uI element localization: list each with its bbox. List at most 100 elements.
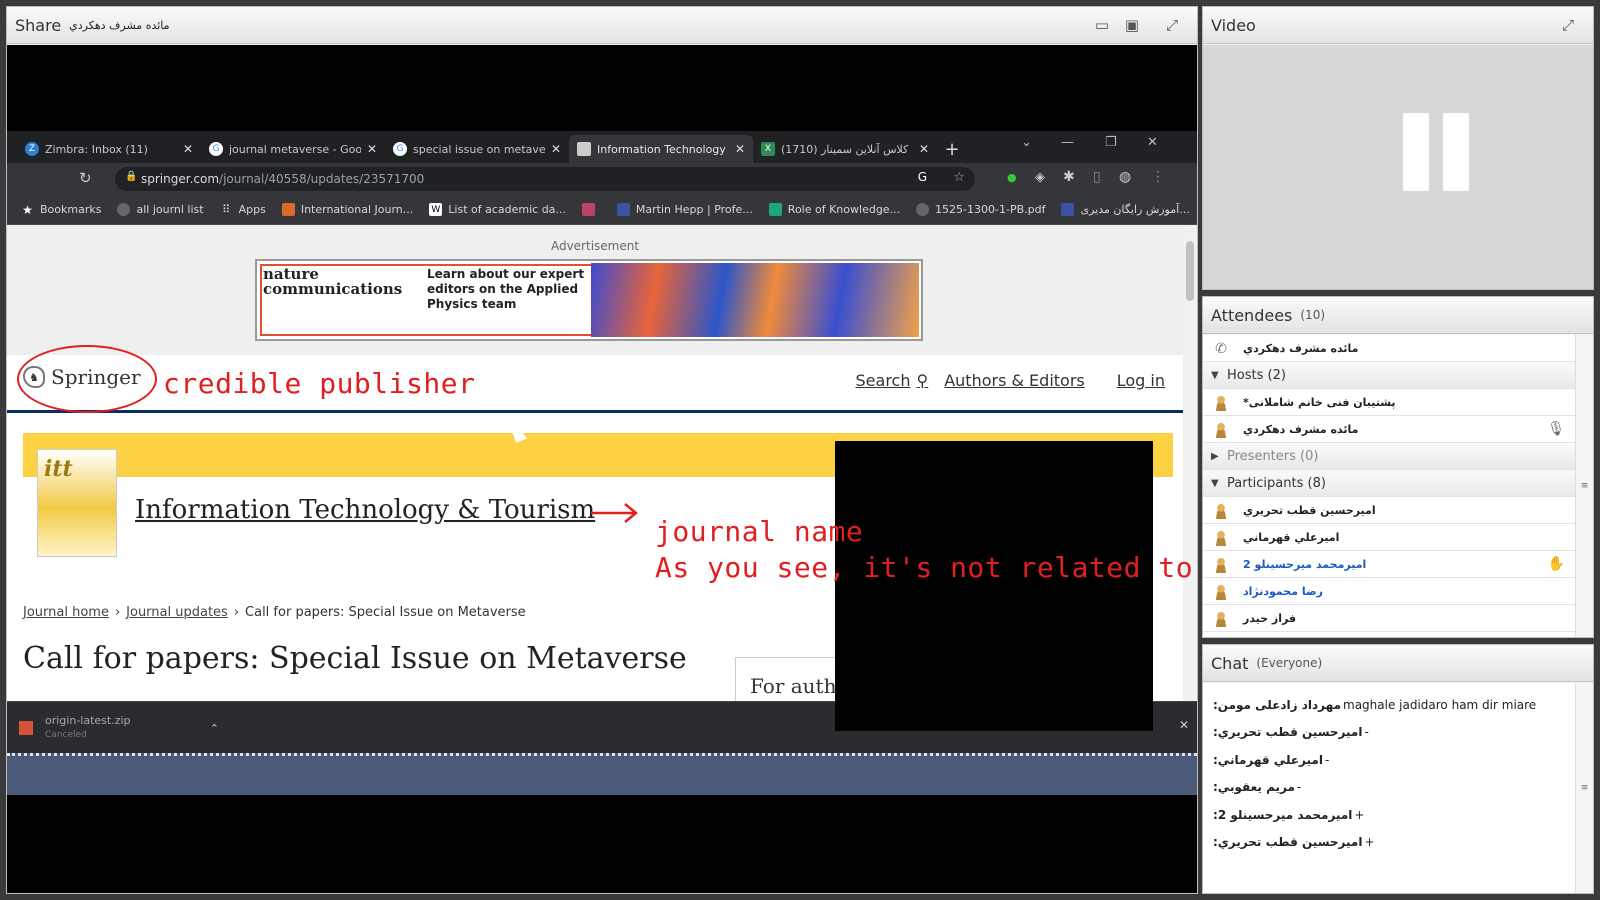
chevron-up-icon[interactable]: ⌃ (210, 722, 219, 735)
sidebar-icon[interactable]: ▯ (1093, 169, 1101, 185)
page-icon (577, 142, 591, 156)
browser-tab[interactable]: X (1710) کلاس آنلاین سمینار ✕ (753, 135, 937, 163)
chat-text: - (1364, 725, 1369, 740)
menu-icon[interactable]: ⋮ (1151, 169, 1165, 185)
restore-icon[interactable]: ❐ (1105, 135, 1117, 150)
bookmark-label: all journl list (136, 203, 204, 216)
chat-text: + (1364, 835, 1375, 850)
journal-cover: itt (37, 449, 117, 557)
bookmark-item[interactable]: Martin Hepp | Profe... (616, 203, 753, 216)
browser-tab[interactable]: Z Zimbra: Inbox (11) ✕ (17, 135, 201, 163)
bookmark-item[interactable]: ⠿ Apps (220, 203, 266, 216)
bookmark-item[interactable]: Role of Knowledge... (768, 203, 901, 216)
advertisement-banner[interactable]: nature communications Learn about our exp… (255, 259, 923, 341)
ad-brand: nature communications (263, 267, 402, 297)
bookmark-item[interactable]: 1525-1300-1-PB.pdf (916, 203, 1045, 216)
host-user-icon (1213, 420, 1229, 438)
attendee-row[interactable]: پشتیبان فنی خانم شاملانی* (1203, 389, 1575, 416)
attendees-title: Attendees (1211, 305, 1293, 325)
attendee-row[interactable]: رضا محمودنژاد (1203, 578, 1575, 605)
breadcrumb-journal-updates[interactable]: Journal updates (126, 605, 228, 620)
bookmark-item[interactable]: International Journ... (281, 203, 413, 216)
attendee-name: فراز حيدر (1243, 611, 1297, 625)
bookmark-item[interactable]: W List of academic da... (429, 203, 566, 216)
pause-icon[interactable] (1403, 113, 1429, 191)
search-link-label: Search (855, 371, 911, 390)
video-pod-title: Video (1211, 15, 1256, 35)
attendee-name: اميرعلي قهرماني (1243, 530, 1340, 544)
scroll-thumb[interactable] (1186, 241, 1194, 301)
share-pod-title: Share (15, 15, 62, 35)
google-icon: G (393, 142, 407, 156)
attendees-count: (10) (1300, 308, 1326, 322)
close-window-icon[interactable]: ✕ (1147, 135, 1158, 150)
browser-tab-active[interactable]: Information Technology ✕ (569, 135, 753, 163)
user-icon (1213, 609, 1229, 627)
url-input[interactable]: 🔒 springer.com/journal/40558/updates/235… (115, 167, 975, 191)
close-tab-icon[interactable]: ✕ (735, 142, 745, 156)
bookmark-label: Martin Hepp | Profe... (635, 203, 753, 216)
close-tab-icon[interactable]: ✕ (367, 142, 377, 156)
bookmark-item[interactable]: آموزش رایگان مدیری... (1061, 203, 1190, 216)
browser-tab[interactable]: G journal metaverse - Goo ✕ (201, 135, 385, 163)
profile-icon[interactable]: ◍ (1119, 169, 1131, 185)
tab-search-icon[interactable]: ⌄ (1021, 135, 1032, 150)
download-item[interactable]: origin-latest.zip Canceled ⌃ (19, 712, 219, 744)
extension-shield-icon[interactable]: ◈ (1035, 170, 1045, 185)
attendee-self[interactable]: ✆ مائده مشرف دهکردي (1203, 335, 1575, 362)
close-tab-icon[interactable]: ✕ (551, 142, 561, 156)
user-icon (1213, 555, 1229, 573)
authors-editors-link[interactable]: Authors & Editors (944, 371, 1085, 390)
bookmark-item[interactable] (581, 203, 601, 216)
share-pod: Share مائده مشرف دهکردي ▭ ▣ ⤢ Z Zimbra: … (6, 6, 1198, 894)
attendee-row[interactable]: اميرمحمد ميرحسينلو 2 ✋ (1203, 551, 1575, 578)
fullscreen-icon[interactable]: ⤢ (1159, 13, 1185, 37)
reload-icon[interactable]: ↻ (79, 169, 92, 187)
bookmark-item[interactable]: all journl list (117, 203, 204, 216)
extension-icon[interactable]: ● (1007, 171, 1017, 184)
layout-icon[interactable]: ▭ (1089, 13, 1115, 37)
browser-tab[interactable]: G special issue on metaver ✕ (385, 135, 569, 163)
group-presenters[interactable]: ▶ Presenters (0) (1203, 443, 1575, 470)
google-lens-icon[interactable]: G (918, 170, 927, 184)
extensions-puzzle-icon[interactable]: ✱ (1063, 169, 1075, 185)
breadcrumb-separator: › (233, 605, 240, 620)
chat-text: - (1324, 752, 1330, 767)
breadcrumb-journal-home[interactable]: Journal home (23, 605, 109, 620)
attendee-row[interactable]: مائده مشرف دهکردي 🎙 (1203, 416, 1575, 443)
journal-title-link[interactable]: Information Technology & Tourism (135, 495, 595, 525)
chat-scrollbar[interactable]: ≡ (1575, 683, 1593, 893)
tab-label: special issue on metaver (413, 142, 545, 156)
attendee-row[interactable]: فراز حيدر (1203, 605, 1575, 632)
bookmark-star-icon[interactable]: ☆ (953, 170, 965, 185)
chat-text: maghale jadidaro ham dir miare (1343, 697, 1537, 712)
page-scrollbar[interactable] (1183, 225, 1197, 701)
google-icon: G (209, 142, 223, 156)
monitor-icon[interactable]: ▣ (1119, 13, 1145, 37)
close-tab-icon[interactable]: ✕ (183, 142, 193, 156)
annotation-note: As you see, it's not related to metavers… (655, 551, 1197, 584)
search-link[interactable]: Search ⚲ (840, 371, 929, 390)
page-title: Call for papers: Special Issue on Metave… (23, 641, 687, 676)
attendee-scrollbar[interactable]: ≡ (1575, 335, 1593, 637)
tab-label: (1710) کلاس آنلاین سمینار (781, 142, 909, 156)
pdf-icon (581, 203, 595, 216)
annotation-publisher: credible publisher (163, 367, 476, 400)
site-icon (1061, 203, 1075, 216)
lock-icon: 🔒 (125, 171, 138, 182)
attendee-row[interactable]: اميرعلي قهرماني (1203, 524, 1575, 551)
close-download-bar-icon[interactable]: ✕ (1179, 718, 1189, 732)
close-tab-icon[interactable]: ✕ (919, 142, 929, 156)
new-tab-icon[interactable]: + (937, 135, 967, 163)
fullscreen-icon[interactable]: ⤢ (1555, 13, 1581, 37)
bookmark-item[interactable]: ★ Bookmarks (21, 203, 101, 217)
pause-icon[interactable] (1443, 113, 1469, 191)
attendee-row[interactable]: اميرحسين قطب تحريري (1203, 497, 1575, 524)
minimize-icon[interactable]: — (1061, 135, 1074, 150)
header-nav: Search ⚲ Authors & Editors Log in (824, 371, 1165, 390)
login-link[interactable]: Log in (1117, 371, 1165, 390)
group-participants[interactable]: ▼ Participants (8) (1203, 470, 1575, 497)
group-hosts[interactable]: ▼ Hosts (2) (1203, 362, 1575, 389)
chat-message: اميرحسين قطب تحريري: - (1213, 719, 1565, 747)
bookmark-label: Role of Knowledge... (787, 203, 901, 216)
